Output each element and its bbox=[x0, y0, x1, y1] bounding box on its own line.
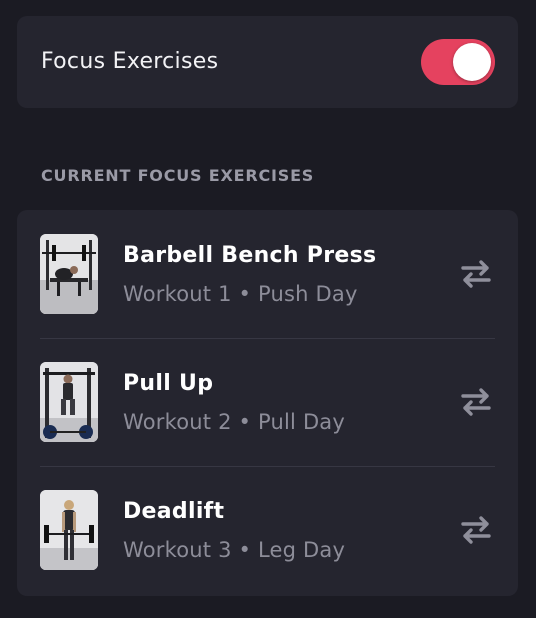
swap-icon[interactable] bbox=[457, 258, 495, 290]
focus-exercise-list: Barbell Bench Press Workout 1 • Push Day bbox=[17, 210, 518, 596]
exercise-name: Deadlift bbox=[123, 499, 225, 524]
exercise-workout: Workout 2 • Pull Day bbox=[123, 410, 346, 434]
focus-exercises-card: Focus Exercises bbox=[17, 16, 518, 108]
section-title: CURRENT FOCUS EXERCISES bbox=[41, 166, 315, 185]
deadlift-thumbnail bbox=[40, 490, 98, 570]
exercise-name: Barbell Bench Press bbox=[123, 243, 377, 268]
exercise-row-pull-up[interactable]: Pull Up Workout 2 • Pull Day bbox=[17, 338, 518, 466]
exercise-workout: Workout 3 • Leg Day bbox=[123, 538, 346, 562]
pull-up-thumbnail bbox=[40, 362, 98, 442]
exercise-name: Pull Up bbox=[123, 371, 214, 396]
exercise-workout: Workout 1 • Push Day bbox=[123, 282, 358, 306]
swap-icon[interactable] bbox=[457, 386, 495, 418]
focus-exercises-label: Focus Exercises bbox=[41, 49, 219, 74]
swap-icon[interactable] bbox=[457, 514, 495, 546]
toggle-knob bbox=[453, 43, 491, 81]
focus-exercises-toggle[interactable] bbox=[421, 39, 495, 85]
exercise-row-deadlift[interactable]: Deadlift Workout 3 • Leg Day bbox=[17, 466, 518, 594]
bench-press-thumbnail bbox=[40, 234, 98, 314]
exercise-row-bench-press[interactable]: Barbell Bench Press Workout 1 • Push Day bbox=[17, 210, 518, 338]
